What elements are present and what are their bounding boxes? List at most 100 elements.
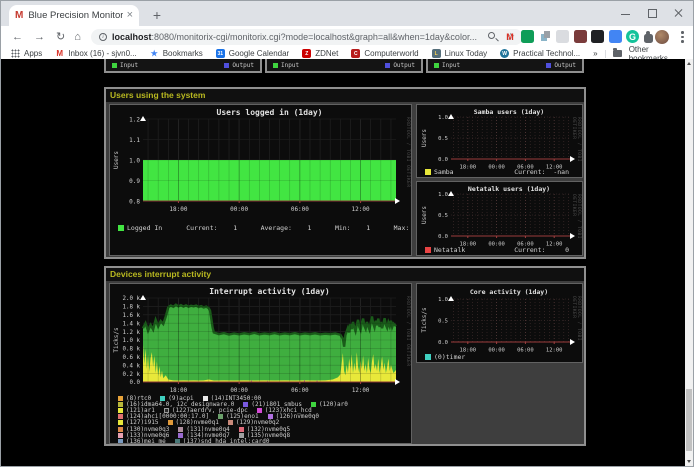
scroll-down-icon[interactable] [685,457,693,466]
bookmark-practical-technology[interactable]: WPractical Technol... [500,49,580,58]
partial-graph-box: InputOutput [104,59,262,73]
minimize-icon[interactable] [621,8,631,18]
rrdtool-watermark: RRDTOOL / TOBI OETIKER [405,117,410,188]
legend-label: Samba [434,168,454,176]
legend-label: (126)nvme0q0 [276,413,319,420]
output-legend: Output [385,62,415,69]
url-text[interactable]: localhost:8080/monitorix-cgi/monitorix.c… [112,32,477,42]
output-legend: Output [546,62,576,69]
search-extension-icon[interactable] [486,30,499,43]
blue-app-icon[interactable] [609,30,622,43]
bookmarks-overflow-icon[interactable]: » [593,49,597,58]
tab-close-icon[interactable]: × [127,10,133,21]
page-content: InputOutputInputOutputInputOutput Users … [1,59,693,466]
legend-label: (136)mei_me [126,438,166,444]
bookmark-inbox[interactable]: MInbox (16) - sjvn0... [55,49,136,58]
new-tab-button[interactable]: + [147,6,167,24]
svg-text:0.0: 0.0 [438,234,448,240]
browser-toolbar: ← → ↻ ⌂ i localhost:8080/monitorix-cgi/m… [1,26,693,48]
bookmark-bookmarks[interactable]: ★Bookmarks [150,49,203,58]
page-info-icon[interactable]: i [99,33,107,41]
legend-color-swatch [175,439,180,444]
graph-legend: Logged InCurrent: 1 Average: 1 Min: 1 Ma… [118,224,408,232]
svg-text:0.4 k: 0.4 k [123,363,141,369]
svg-text:12:00: 12:00 [352,388,370,394]
scrollbar-thumb[interactable] [686,389,692,451]
svg-text:00:00: 00:00 [230,206,248,213]
browser-window: M Blue Precision Monitorix × + ← → ↻ ⌂ i… [0,0,694,467]
close-icon[interactable] [673,8,683,18]
scroll-up-icon[interactable] [685,59,693,68]
section-title-interrupts: Devices interrupt activity [106,268,584,281]
svg-text:12:00: 12:00 [352,206,370,213]
bookmark-google-calendar[interactable]: 31Google Calendar [216,49,289,58]
svg-text:1.4 k: 1.4 k [123,321,141,327]
reload-icon[interactable]: ↻ [56,32,65,43]
bookmark-apps[interactable]: Apps [11,49,42,58]
legend-color-swatch [385,63,390,68]
svg-text:06:00: 06:00 [291,388,309,394]
bookmark-apps-icon [11,49,20,58]
back-icon[interactable]: ← [12,32,23,43]
rrdtool-watermark: RRDTOOL / TOBI OETIKER [571,296,581,362]
legend-color-swatch [112,63,117,68]
bookmark-label: Linux Today [445,49,488,58]
legend-stats: Current: 1 Average: 1 Min: 1 Max: 1 [186,224,412,232]
section-title-users: Users using the system [106,89,584,102]
legend-label: Netatalk [434,246,465,254]
scrollbar[interactable] [685,59,693,466]
monitorix-favicon-icon: M [15,11,23,21]
legend-color-swatch [273,63,278,68]
browser-tab[interactable]: M Blue Precision Monitorix × [9,5,139,26]
input-legend: Input [273,62,299,69]
browser-menu-icon[interactable] [680,30,684,43]
legend-color-swatch [118,433,123,438]
bookmark-zdnet[interactable]: ZZDNet [302,49,338,58]
address-bar[interactable]: i localhost:8080/monitorix-cgi/monitorix… [91,29,523,45]
partial-graph-box: InputOutput [426,59,584,73]
sprout-icon[interactable] [521,30,534,43]
home-icon[interactable]: ⌂ [74,32,81,43]
core-activity-graph-panel: Core activity (1day) Ticks/s 1.00.50.018… [416,283,583,363]
samba-users-chart: 1.00.50.018:0000:0006:0012:00 [417,105,582,177]
puzzle-extensions-icon[interactable] [644,34,653,43]
copy-pages-icon[interactable] [539,30,552,43]
profile-avatar[interactable] [655,30,669,44]
svg-text:0.5: 0.5 [438,319,448,325]
grammarly-icon[interactable]: G [626,30,639,43]
extension-icons: MG [486,30,667,43]
legend-label: Output [554,62,576,69]
forward-icon[interactable]: → [34,32,45,43]
samba-users-graph-panel: Samba users (1day) Users 1.00.50.018:000… [416,104,583,178]
legend-row: (136)mei_me(137)snd_hda_intel:card0 [118,438,409,444]
svg-text:1.0: 1.0 [438,297,448,303]
svg-text:1.0: 1.0 [438,192,448,198]
svg-text:0.0: 0.0 [438,340,448,346]
legend-color-swatch [434,63,439,68]
svg-text:1.0: 1.0 [129,157,140,164]
section-users: Users using the system Users logged in (… [104,87,586,259]
dark-app-icon[interactable] [591,30,604,43]
bookmark-items: Apps MInbox (16) - sjvn0... ★Bookmarks 31Go… [11,49,593,58]
interrupt-legend: (8)rtc0(9)acpi(14)INT3450:00(16)idma64.0… [118,395,409,444]
maximize-icon[interactable] [647,8,657,18]
bookmarks-bar: Apps MInbox (16) - sjvn0... ★Bookmarks 31Go… [1,48,693,59]
chart-svg: 1.00.50.018:0000:0006:0012:00 [417,284,582,362]
gmail-icon[interactable]: M [504,30,517,43]
bookmark-bookmarks-icon: ★ [150,49,159,58]
bookmark-label: Apps [24,49,42,58]
bookmark-linux-today[interactable]: LLinux Today [432,49,488,58]
url-host: localhost [112,32,152,42]
section-interrupts: Devices interrupt activity Interrupt act… [104,266,586,446]
tab-title: Blue Precision Monitorix [28,10,122,21]
rrdtool-watermark: RRDTOOL / TOBI OETIKER [405,296,410,367]
bookmark-computerworld[interactable]: CComputerworld [351,49,418,58]
graph-legend: SambaCurrent: -nan [425,168,579,176]
maroon-square-icon[interactable] [574,30,587,43]
tab-strip: M Blue Precision Monitorix × + [1,1,693,26]
interrupt-activity-graph-panel: Interrupt activity (1day) Ticks/s 2.0 k1… [109,283,412,444]
light-square-icon[interactable] [556,30,569,43]
legend-color-swatch [118,420,123,425]
svg-text:1.2 k: 1.2 k [123,330,141,336]
chart-svg: 1.21.11.00.90.818:0000:0006:0012:00 [110,105,411,255]
